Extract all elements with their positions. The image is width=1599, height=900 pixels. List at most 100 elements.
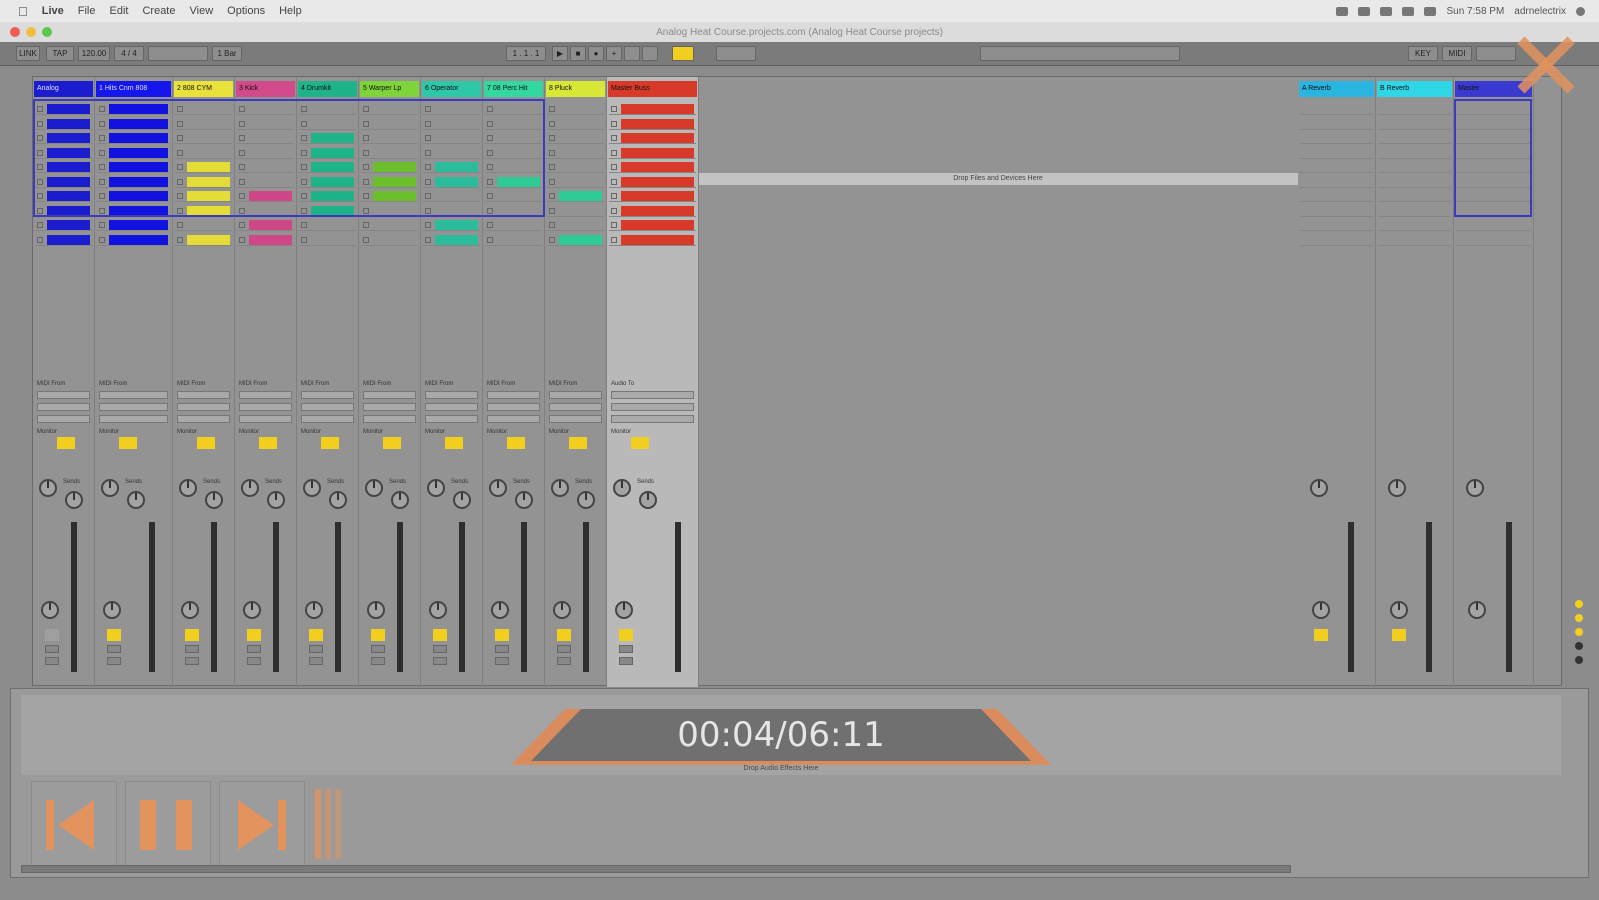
overdub-button[interactable]: + [606,46,622,61]
pan-knob[interactable] [615,601,633,619]
monitor-auto-button[interactable] [57,437,75,449]
track-activator-button[interactable] [619,629,633,641]
clip-launch-icon[interactable] [425,222,431,228]
send-a-knob[interactable] [303,479,321,497]
pan-knob[interactable] [243,601,261,619]
routing-chooser[interactable] [301,415,354,423]
track-activator-button[interactable] [495,629,509,641]
send-a-knob[interactable] [179,479,197,497]
clip[interactable] [559,191,602,201]
routing-chooser[interactable] [239,391,292,399]
send-a-knob[interactable] [1388,479,1406,497]
arm-button[interactable] [247,657,261,665]
clip-launch-icon[interactable] [177,236,183,243]
clip-launch-icon[interactable] [549,236,555,243]
send-b-knob[interactable] [329,491,347,509]
arm-button[interactable] [557,657,571,665]
clip-slot[interactable] [609,132,696,144]
track-title[interactable]: 5 Warper Lp [360,81,419,97]
rail-dot[interactable] [1575,656,1583,664]
clip-launch-icon[interactable] [177,222,183,228]
progress-bar[interactable] [21,865,1291,873]
clip[interactable] [621,118,694,129]
arm-button[interactable] [185,657,199,665]
scene-slot[interactable] [1300,205,1373,217]
clip-launch-icon[interactable] [549,222,555,228]
scene-slot[interactable] [1300,219,1373,231]
send-a-knob[interactable] [241,479,259,497]
routing-chooser[interactable] [37,391,90,399]
routing-chooser[interactable] [549,403,602,411]
monitor-auto-button[interactable] [321,437,339,449]
clip-slot[interactable] [237,219,294,231]
routing-chooser[interactable] [37,415,90,423]
follow-button[interactable] [672,46,694,61]
clip-launch-icon[interactable] [549,207,555,214]
clip[interactable] [559,234,602,245]
next-button[interactable] [219,781,305,867]
routing-chooser[interactable] [239,415,292,423]
track-activator-button[interactable] [1392,629,1406,641]
clip-launch-icon[interactable] [549,178,555,185]
rail-dot[interactable] [1575,642,1583,650]
monitor-auto-button[interactable] [445,437,463,449]
send-a-knob[interactable] [39,479,57,497]
track-activator-button[interactable] [557,629,571,641]
clip-slot[interactable] [609,190,696,202]
routing-chooser[interactable] [177,415,230,423]
clip-slot[interactable] [485,219,542,231]
track-activator-button[interactable] [1314,629,1328,641]
send-b-knob[interactable] [205,491,223,509]
clip-slot[interactable] [609,234,696,246]
pan-knob[interactable] [1390,601,1408,619]
pan-knob[interactable] [429,601,447,619]
clip-slot[interactable] [361,234,418,246]
scene-slot[interactable] [1378,205,1451,217]
routing-chooser[interactable] [301,391,354,399]
send-b-knob[interactable] [65,491,83,509]
send-b-knob[interactable] [391,491,409,509]
clip-launch-icon[interactable] [37,222,43,228]
menu-help[interactable]: Help [279,5,302,17]
solo-button[interactable] [309,645,323,653]
scene-slot[interactable] [1378,118,1451,130]
clip-slot[interactable] [423,234,480,246]
clip-launch-icon[interactable] [99,222,105,228]
routing-chooser[interactable] [99,415,168,423]
routing-chooser[interactable] [549,391,602,399]
pan-knob[interactable] [491,601,509,619]
scene-slot[interactable] [1300,132,1373,144]
clip-launch-icon[interactable] [611,236,617,243]
routing-chooser[interactable] [611,415,694,423]
scene-slot[interactable] [1378,103,1451,115]
menu-app-name[interactable]: Live [42,5,64,17]
send-b-knob[interactable] [267,491,285,509]
screen-icon[interactable] [1336,6,1349,16]
clip[interactable] [621,104,694,114]
wifi-icon[interactable] [1380,6,1393,16]
clip-launch-icon[interactable] [425,236,431,243]
send-a-knob[interactable] [427,479,445,497]
clip-slot[interactable] [547,190,604,202]
send-b-knob[interactable] [127,491,145,509]
send-b-knob[interactable] [639,491,657,509]
rail-dot[interactable] [1575,614,1583,622]
routing-chooser[interactable] [363,415,416,423]
scene-slot[interactable] [1378,161,1451,173]
clip-slot[interactable] [547,161,604,173]
signature-field[interactable]: 4 / 4 [114,46,144,61]
clip-launch-icon[interactable] [549,193,555,199]
clip-launch-icon[interactable] [99,236,105,243]
search-icon[interactable] [1576,6,1585,16]
scene-slot[interactable] [1300,103,1373,115]
solo-button[interactable] [107,645,121,653]
clip-slot[interactable] [609,161,696,173]
clip-launch-icon[interactable] [37,236,43,243]
monitor-auto-button[interactable] [507,437,525,449]
send-b-knob[interactable] [577,491,595,509]
clip-launch-icon[interactable] [363,222,369,228]
metronome-field[interactable] [148,46,208,61]
arm-button[interactable] [371,657,385,665]
pan-knob[interactable] [181,601,199,619]
track-activator-button[interactable] [185,629,199,641]
